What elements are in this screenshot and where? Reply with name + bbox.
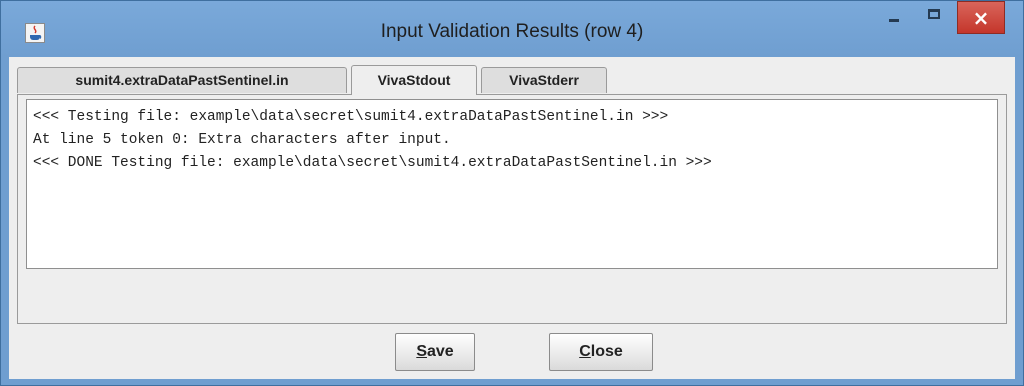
maximize-button[interactable] xyxy=(919,1,953,35)
close-label: lose xyxy=(590,343,623,360)
close-window-button[interactable]: × xyxy=(957,1,1005,34)
save-mnemonic: S xyxy=(416,343,427,360)
output-line: At line 5 token 0: Extra characters afte… xyxy=(33,132,451,148)
tab-viva-stdout[interactable]: VivaStdout xyxy=(351,65,477,95)
minimize-icon xyxy=(889,19,899,22)
output-text-area[interactable]: <<< Testing file: example\data\secret\su… xyxy=(26,99,998,269)
maximize-icon xyxy=(928,9,940,19)
dialog-window: Input Validation Results (row 4) × sumit… xyxy=(0,0,1024,386)
minimize-button[interactable] xyxy=(867,1,919,35)
output-line: <<< Testing file: example\data\secret\su… xyxy=(33,109,669,125)
close-mnemonic: C xyxy=(579,343,591,360)
title-bar[interactable]: Input Validation Results (row 4) × xyxy=(1,1,1023,57)
dialog-content: sumit4.extraDataPastSentinel.in VivaStdo… xyxy=(9,57,1015,379)
tab-input-file[interactable]: sumit4.extraDataPastSentinel.in xyxy=(17,67,347,93)
save-button[interactable]: Save xyxy=(395,333,475,371)
close-button[interactable]: Close xyxy=(549,333,653,371)
save-label: ave xyxy=(426,343,454,360)
output-line: <<< DONE Testing file: example\data\secr… xyxy=(33,155,712,171)
tab-panel: <<< Testing file: example\data\secret\su… xyxy=(17,94,1007,324)
close-icon: × xyxy=(972,6,990,30)
tab-viva-stderr[interactable]: VivaStderr xyxy=(481,67,607,93)
